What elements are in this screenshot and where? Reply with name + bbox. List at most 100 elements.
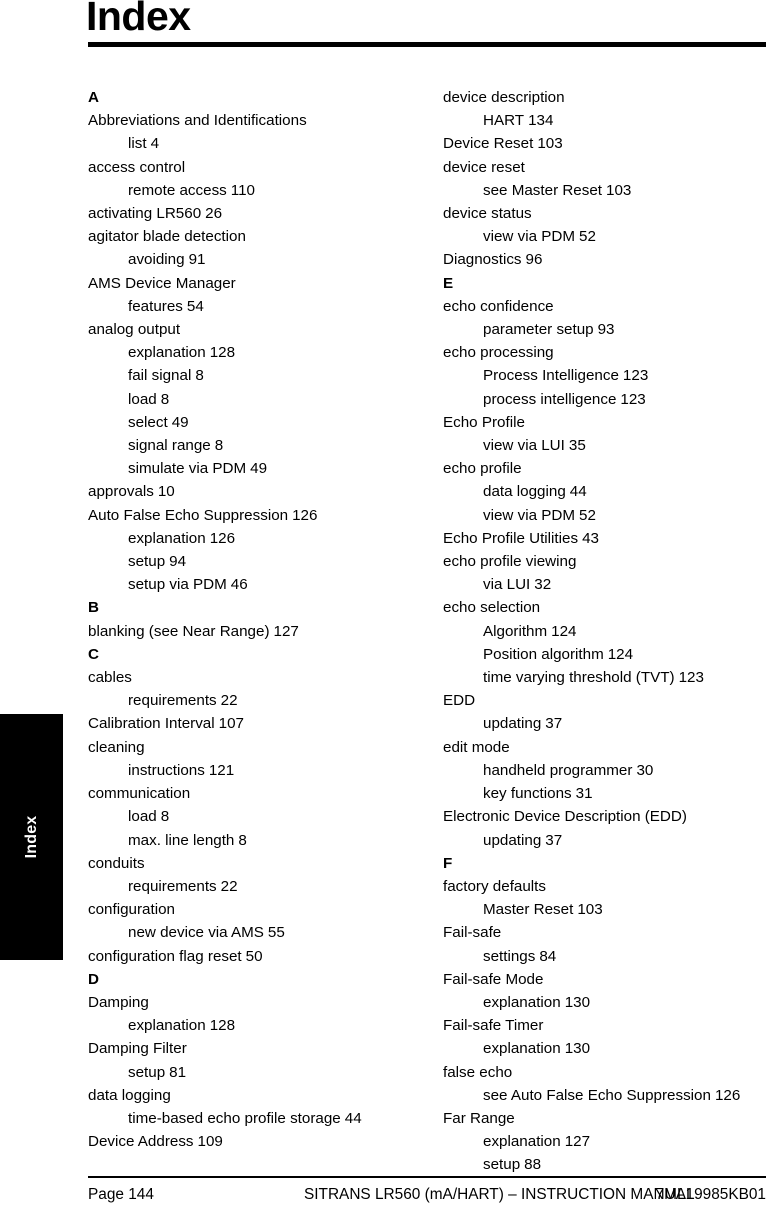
index-subentry[interactable]: HART 134 [443,109,766,132]
index-subentry[interactable]: time-based echo profile storage 44 [88,1107,433,1130]
index-subentry[interactable]: signal range 8 [88,434,433,457]
index-entry[interactable]: Abbreviations and Identifications [88,109,433,132]
index-entry-page-number: 49 [250,460,268,478]
index-subentry[interactable]: see Master Reset 103 [443,179,766,202]
index-subentry[interactable]: max. line length 8 [88,829,433,852]
index-entry[interactable]: echo selection [443,596,766,619]
index-entry[interactable]: AMS Device Manager [88,272,433,295]
index-subentry[interactable]: handheld programmer 30 [443,759,766,782]
index-entry[interactable]: approvals 10 [88,480,433,503]
index-entry[interactable]: Device Reset 103 [443,132,766,155]
index-entry[interactable]: device description [443,86,766,109]
index-subentry[interactable]: explanation 126 [88,527,433,550]
index-subentry[interactable]: Algorithm 124 [443,620,766,643]
index-subentry[interactable]: time varying threshold (TVT) 123 [443,666,766,689]
index-subentry[interactable]: Position algorithm 124 [443,643,766,666]
index-subentry[interactable]: see Auto False Echo Suppression 126 [443,1084,766,1107]
index-entry[interactable]: echo profile viewing [443,550,766,573]
index-letter-heading: B [88,599,99,617]
index-entry-label: time-based echo profile storage [128,1109,341,1127]
index-entry-page-number: 8 [195,367,204,385]
index-entry-page-number: 4 [150,135,160,153]
index-entry[interactable]: Echo Profile Utilities 43 [443,527,766,550]
index-entry-label: via LUI [483,576,531,594]
index-subentry[interactable]: updating 37 [443,829,766,852]
index-entry[interactable]: edit mode [443,736,766,759]
index-subentry[interactable]: explanation 128 [88,1014,433,1037]
index-entry[interactable]: Fail-safe Timer [443,1014,766,1037]
index-subentry[interactable]: process intelligence 123 [443,388,766,411]
index-entry[interactable]: echo confidence [443,295,766,318]
index-entry[interactable]: Auto False Echo Suppression 126 [88,504,433,527]
index-subentry[interactable]: setup 88 [443,1153,766,1176]
index-entry-page-number: 103 [606,181,632,199]
index-subentry[interactable]: remote access 110 [88,179,433,202]
index-entry[interactable]: Damping [88,991,433,1014]
index-entry[interactable]: false echo [443,1061,766,1084]
index-entry[interactable]: configuration [88,898,433,921]
index-subentry[interactable]: fail signal 8 [88,364,433,387]
index-entry[interactable]: Fail-safe [443,921,766,944]
index-entry[interactable]: device reset [443,156,766,179]
index-subentry[interactable]: setup 81 [88,1061,433,1084]
index-entry-label: device status [443,205,532,223]
index-entry[interactable]: Far Range [443,1107,766,1130]
index-subentry[interactable]: settings 84 [443,945,766,968]
index-entry-label: see Master Reset [483,181,603,199]
index-subentry[interactable]: view via LUI 35 [443,434,766,457]
index-entry[interactable]: echo processing [443,341,766,364]
index-subentry[interactable]: explanation 130 [443,1037,766,1060]
index-entry[interactable]: Damping Filter [88,1037,433,1060]
index-subentry[interactable]: Process Intelligence 123 [443,364,766,387]
index-entry[interactable]: device status [443,202,766,225]
index-entry[interactable]: cables [88,666,433,689]
index-subentry[interactable]: key functions 31 [443,782,766,805]
index-letter-heading: C [88,645,99,663]
index-entry[interactable]: blanking (see Near Range) 127 [88,620,433,643]
index-subentry[interactable]: data logging 44 [443,480,766,503]
index-entry[interactable]: Device Address 109 [88,1130,433,1153]
index-subentry[interactable]: setup 94 [88,550,433,573]
index-subentry[interactable]: explanation 127 [443,1130,766,1153]
index-subentry[interactable]: updating 37 [443,712,766,735]
index-entry[interactable]: echo profile [443,457,766,480]
index-subentry[interactable]: simulate via PDM 49 [88,457,433,480]
index-subentry[interactable]: via LUI 32 [443,573,766,596]
index-subentry[interactable]: requirements 22 [88,689,433,712]
index-entry[interactable]: Diagnostics 96 [443,248,766,271]
index-entry[interactable]: conduits [88,852,433,875]
index-entry[interactable]: configuration flag reset 50 [88,945,433,968]
index-entry-label: device reset [443,158,525,176]
index-subentry[interactable]: features 54 [88,295,433,318]
index-entry-label: explanation [483,1040,561,1058]
index-subentry[interactable]: load 8 [88,805,433,828]
index-entry[interactable]: Calibration Interval 107 [88,712,433,735]
index-subentry[interactable]: new device via AMS 55 [88,921,433,944]
index-subentry[interactable]: select 49 [88,411,433,434]
index-entry[interactable]: analog output [88,318,433,341]
index-entry[interactable]: EDD [443,689,766,712]
index-entry[interactable]: factory defaults [443,875,766,898]
index-entry[interactable]: Fail-safe Mode [443,968,766,991]
index-entry[interactable]: activating LR560 26 [88,202,433,225]
index-subentry[interactable]: requirements 22 [88,875,433,898]
index-subentry[interactable]: avoiding 91 [88,248,433,271]
index-entry-page-number: 22 [220,692,238,710]
index-subentry[interactable]: explanation 130 [443,991,766,1014]
index-subentry[interactable]: view via PDM 52 [443,504,766,527]
index-entry[interactable]: Electronic Device Description (EDD) [443,805,766,828]
index-subentry[interactable]: list 4 [88,132,433,155]
index-entry[interactable]: agitator blade detection [88,225,433,248]
index-subentry[interactable]: explanation 128 [88,341,433,364]
index-entry[interactable]: access control [88,156,433,179]
index-subentry[interactable]: Master Reset 103 [443,898,766,921]
index-subentry[interactable]: parameter setup 93 [443,318,766,341]
index-entry[interactable]: Echo Profile [443,411,766,434]
index-subentry[interactable]: instructions 121 [88,759,433,782]
index-subentry[interactable]: view via PDM 52 [443,225,766,248]
index-subentry[interactable]: setup via PDM 46 [88,573,433,596]
index-entry[interactable]: cleaning [88,736,433,759]
index-entry[interactable]: communication [88,782,433,805]
index-entry[interactable]: data logging [88,1084,433,1107]
index-subentry[interactable]: load 8 [88,388,433,411]
